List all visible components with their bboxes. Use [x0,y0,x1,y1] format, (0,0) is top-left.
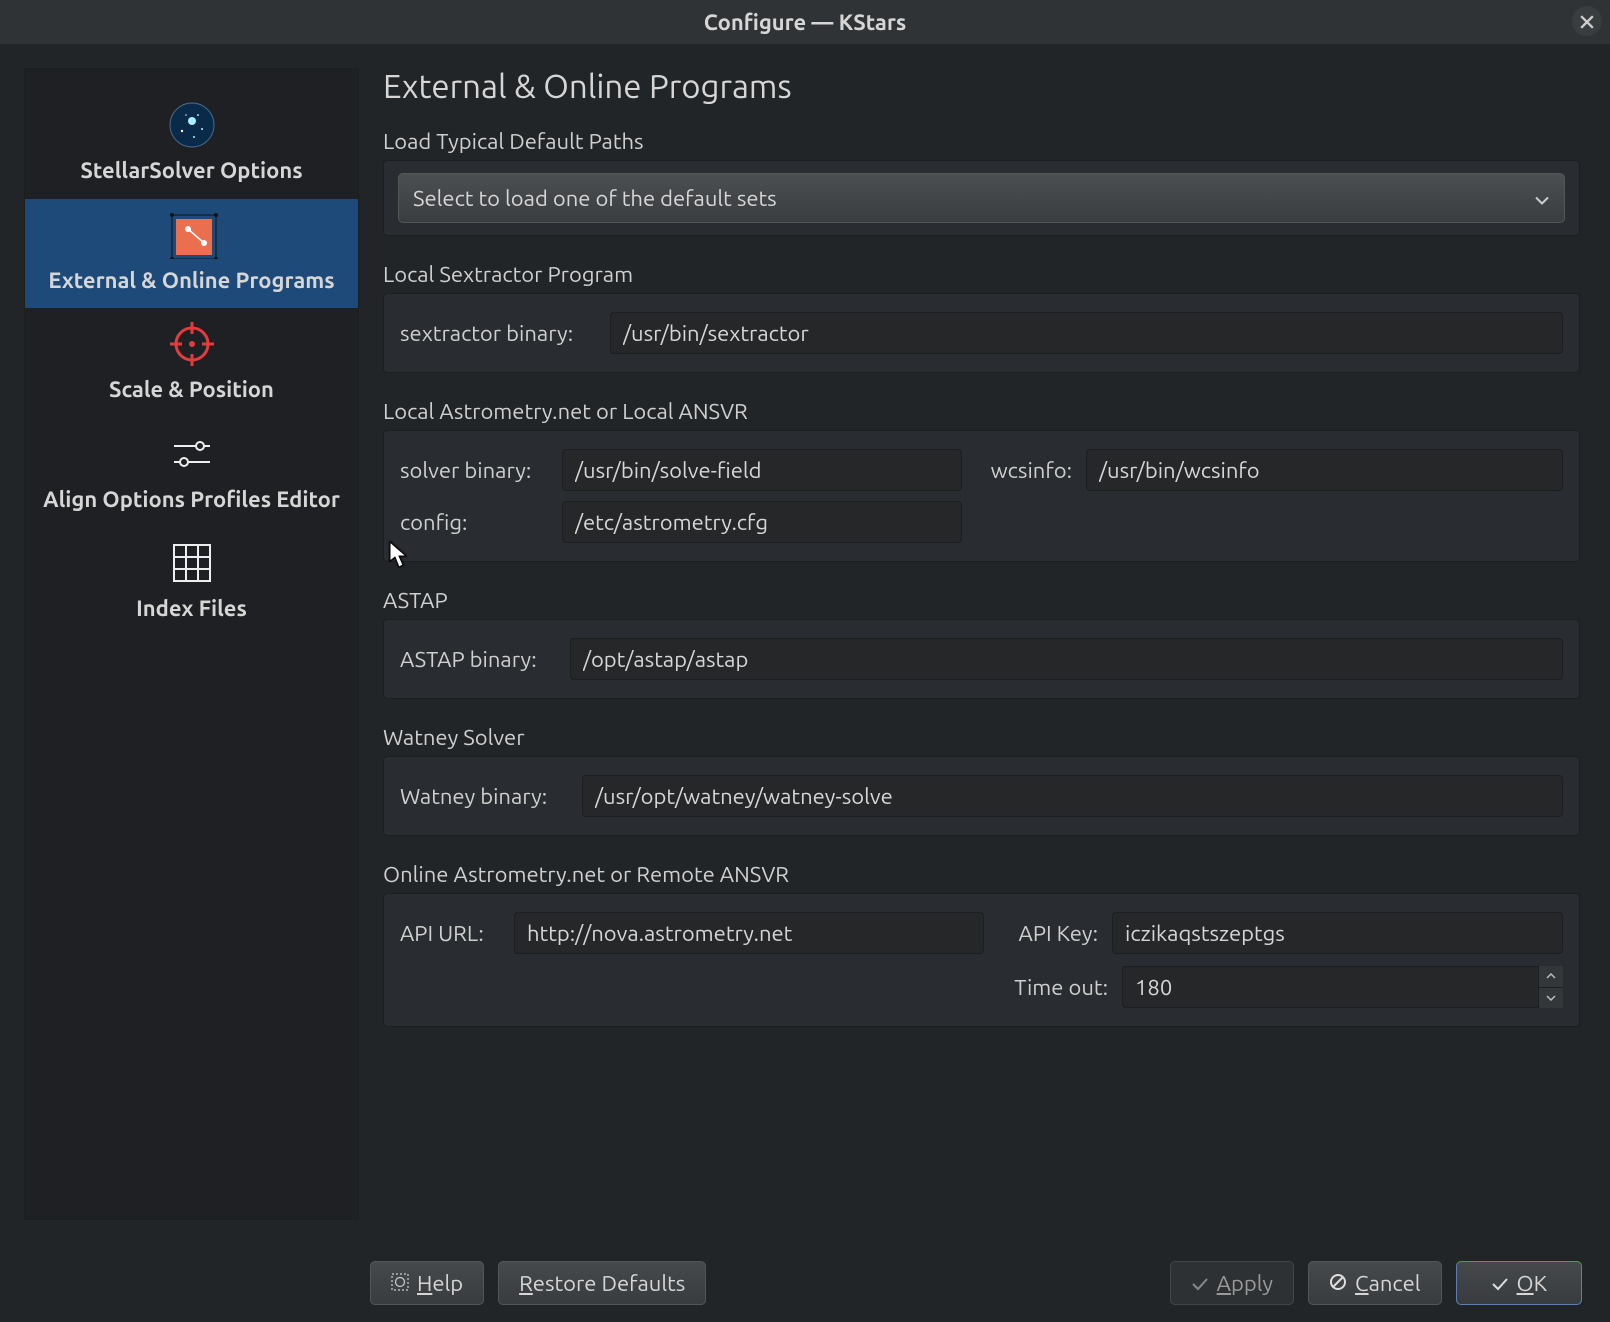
check-icon [1191,1271,1209,1296]
help-icon [391,1271,409,1296]
group-online-astrometry: API URL: API Key: Time out: [383,893,1580,1027]
check-icon [1491,1271,1509,1296]
label-wcsinfo: wcsinfo: [976,458,1072,483]
page-title: External & Online Programs [383,68,1580,105]
window-title: Configure — KStars [704,10,907,35]
section-online-astrometry: Online Astrometry.net or Remote ANSVR [383,862,1580,887]
sidebar-item-scale-position[interactable]: Scale & Position [25,308,358,418]
cancel-icon [1329,1271,1347,1296]
target-icon [166,318,218,370]
grid-icon [166,537,218,589]
label-astap-binary: ASTAP binary: [400,647,556,672]
settings-sidebar: StellarSolver Options External & Online … [24,68,359,1220]
dropdown-value: Select to load one of the default sets [413,186,777,211]
section-watney: Watney Solver [383,725,1580,750]
input-config[interactable] [562,501,962,543]
group-local-astrometry: solver binary: wcsinfo: config: [383,430,1580,562]
label-watney-binary: Watney binary: [400,784,568,809]
input-api-url[interactable] [514,912,984,954]
label-config: config: [400,510,548,535]
help-button[interactable]: Help [370,1261,484,1305]
label-sextractor-binary: sextractor binary: [400,321,596,346]
sidebar-item-label: External & Online Programs [48,267,334,295]
button-label: Help [417,1271,463,1296]
apply-button[interactable]: Apply [1170,1261,1294,1305]
input-api-key[interactable] [1112,912,1563,954]
close-icon [1580,9,1594,34]
sidebar-item-external-online-programs[interactable]: External & Online Programs [25,199,358,309]
sidebar-item-label: StellarSolver Options [80,157,302,185]
sidebar-item-label: Scale & Position [109,376,274,404]
dialog-button-bar: Help Restore Defaults Apply Cancel OK [0,1244,1610,1322]
button-label: Cancel [1355,1271,1420,1296]
label-timeout: Time out: [998,975,1108,1000]
sidebar-item-align-options-profiles-editor[interactable]: Align Options Profiles Editor [25,418,358,528]
window-close-button[interactable] [1572,6,1602,36]
sidebar-item-index-files[interactable]: Index Files [25,527,358,637]
label-api-url: API URL: [400,921,500,946]
configure-dialog: Configure — KStars [0,0,1610,1322]
sidebar-item-label: Index Files [136,595,247,623]
external-programs-icon [166,209,218,261]
input-watney-binary[interactable] [582,775,1563,817]
main-panel: External & Online Programs Load Typical … [359,44,1610,1244]
titlebar: Configure — KStars [0,0,1610,44]
stellarsolver-icon [166,99,218,151]
label-api-key: API Key: [998,921,1098,946]
spin-down-icon[interactable] [1539,988,1563,1009]
button-label: Restore Defaults [519,1271,685,1296]
input-astap-binary[interactable] [570,638,1563,680]
group-watney: Watney binary: [383,756,1580,836]
input-timeout[interactable] [1122,966,1563,1008]
input-wcsinfo[interactable] [1086,449,1563,491]
input-solver-binary[interactable] [562,449,962,491]
input-sextractor-binary[interactable] [610,312,1563,354]
group-sextractor: sextractor binary: [383,293,1580,373]
group-load-defaults: Select to load one of the default sets [383,160,1580,236]
section-local-astrometry: Local Astrometry.net or Local ANSVR [383,399,1580,424]
restore-defaults-button[interactable]: Restore Defaults [498,1261,706,1305]
sidebar-item-stellarsolver-options[interactable]: StellarSolver Options [25,89,358,199]
spin-up-icon[interactable] [1539,966,1563,988]
section-astap: ASTAP [383,588,1580,613]
label-solver-binary: solver binary: [400,458,548,483]
section-sextractor: Local Sextractor Program [383,262,1580,287]
group-astap: ASTAP binary: [383,619,1580,699]
default-paths-dropdown[interactable]: Select to load one of the default sets [398,173,1565,223]
ok-button[interactable]: OK [1456,1261,1582,1305]
sidebar-item-label: Align Options Profiles Editor [43,486,340,514]
cancel-button[interactable]: Cancel [1308,1261,1441,1305]
button-label: OK [1517,1271,1547,1296]
sliders-icon [166,428,218,480]
chevron-down-icon [1534,186,1550,211]
section-load-defaults: Load Typical Default Paths [383,129,1580,154]
timeout-spinner[interactable] [1538,966,1563,1008]
button-label: Apply [1217,1271,1273,1296]
